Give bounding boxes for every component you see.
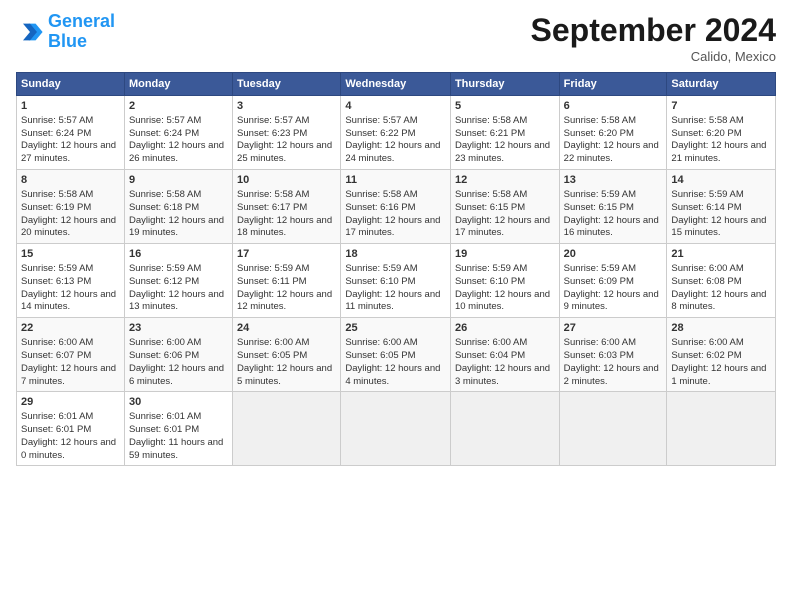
- day-number: 13: [564, 173, 663, 188]
- day-number: 2: [129, 99, 228, 114]
- calendar-cell: 28Sunrise: 6:00 AMSunset: 6:02 PMDayligh…: [667, 318, 776, 392]
- day-number: 8: [21, 173, 120, 188]
- calendar-cell: 29Sunrise: 6:01 AMSunset: 6:01 PMDayligh…: [17, 392, 125, 466]
- title-area: September 2024 Calido, Mexico: [531, 12, 776, 64]
- day-number: 12: [455, 173, 555, 188]
- day-number: 16: [129, 247, 228, 262]
- col-tuesday: Tuesday: [233, 73, 341, 96]
- calendar-cell: 20Sunrise: 5:59 AMSunset: 6:09 PMDayligh…: [559, 244, 667, 318]
- day-number: 21: [671, 247, 771, 262]
- week-row-4: 22Sunrise: 6:00 AMSunset: 6:07 PMDayligh…: [17, 318, 776, 392]
- day-number: 27: [564, 321, 663, 336]
- calendar-cell: 5Sunrise: 5:58 AMSunset: 6:21 PMDaylight…: [450, 96, 559, 170]
- col-saturday: Saturday: [667, 73, 776, 96]
- day-number: 7: [671, 99, 771, 114]
- col-friday: Friday: [559, 73, 667, 96]
- header-row: Sunday Monday Tuesday Wednesday Thursday…: [17, 73, 776, 96]
- calendar-cell: 18Sunrise: 5:59 AMSunset: 6:10 PMDayligh…: [341, 244, 451, 318]
- calendar-cell: [233, 392, 341, 466]
- header: General Blue September 2024 Calido, Mexi…: [16, 12, 776, 64]
- calendar-cell: 15Sunrise: 5:59 AMSunset: 6:13 PMDayligh…: [17, 244, 125, 318]
- calendar-cell: 13Sunrise: 5:59 AMSunset: 6:15 PMDayligh…: [559, 170, 667, 244]
- day-number: 30: [129, 395, 228, 410]
- day-number: 26: [455, 321, 555, 336]
- calendar-cell: 9Sunrise: 5:58 AMSunset: 6:18 PMDaylight…: [124, 170, 232, 244]
- calendar-cell: 21Sunrise: 6:00 AMSunset: 6:08 PMDayligh…: [667, 244, 776, 318]
- day-number: 28: [671, 321, 771, 336]
- calendar-cell: 11Sunrise: 5:58 AMSunset: 6:16 PMDayligh…: [341, 170, 451, 244]
- day-number: 10: [237, 173, 336, 188]
- day-number: 5: [455, 99, 555, 114]
- col-thursday: Thursday: [450, 73, 559, 96]
- day-number: 24: [237, 321, 336, 336]
- day-number: 1: [21, 99, 120, 114]
- calendar-cell: 25Sunrise: 6:00 AMSunset: 6:05 PMDayligh…: [341, 318, 451, 392]
- location: Calido, Mexico: [531, 49, 776, 64]
- calendar-cell: 3Sunrise: 5:57 AMSunset: 6:23 PMDaylight…: [233, 96, 341, 170]
- week-row-5: 29Sunrise: 6:01 AMSunset: 6:01 PMDayligh…: [17, 392, 776, 466]
- calendar-cell: 27Sunrise: 6:00 AMSunset: 6:03 PMDayligh…: [559, 318, 667, 392]
- week-row-3: 15Sunrise: 5:59 AMSunset: 6:13 PMDayligh…: [17, 244, 776, 318]
- calendar-cell: 12Sunrise: 5:58 AMSunset: 6:15 PMDayligh…: [450, 170, 559, 244]
- calendar-cell: 26Sunrise: 6:00 AMSunset: 6:04 PMDayligh…: [450, 318, 559, 392]
- calendar-cell: 17Sunrise: 5:59 AMSunset: 6:11 PMDayligh…: [233, 244, 341, 318]
- calendar-cell: 10Sunrise: 5:58 AMSunset: 6:17 PMDayligh…: [233, 170, 341, 244]
- day-number: 22: [21, 321, 120, 336]
- day-number: 11: [345, 173, 446, 188]
- calendar-cell: 22Sunrise: 6:00 AMSunset: 6:07 PMDayligh…: [17, 318, 125, 392]
- day-number: 6: [564, 99, 663, 114]
- calendar-cell: 7Sunrise: 5:58 AMSunset: 6:20 PMDaylight…: [667, 96, 776, 170]
- col-sunday: Sunday: [17, 73, 125, 96]
- logo: General Blue: [16, 12, 115, 52]
- calendar-cell: 24Sunrise: 6:00 AMSunset: 6:05 PMDayligh…: [233, 318, 341, 392]
- page: General Blue September 2024 Calido, Mexi…: [0, 0, 792, 612]
- logo-line1: General: [48, 11, 115, 31]
- calendar-cell: [559, 392, 667, 466]
- day-number: 29: [21, 395, 120, 410]
- calendar-table: Sunday Monday Tuesday Wednesday Thursday…: [16, 72, 776, 466]
- calendar-cell: 23Sunrise: 6:00 AMSunset: 6:06 PMDayligh…: [124, 318, 232, 392]
- week-row-1: 1Sunrise: 5:57 AMSunset: 6:24 PMDaylight…: [17, 96, 776, 170]
- calendar-cell: 14Sunrise: 5:59 AMSunset: 6:14 PMDayligh…: [667, 170, 776, 244]
- col-monday: Monday: [124, 73, 232, 96]
- day-number: 14: [671, 173, 771, 188]
- day-number: 3: [237, 99, 336, 114]
- day-number: 20: [564, 247, 663, 262]
- calendar-cell: 2Sunrise: 5:57 AMSunset: 6:24 PMDaylight…: [124, 96, 232, 170]
- col-wednesday: Wednesday: [341, 73, 451, 96]
- calendar-cell: 8Sunrise: 5:58 AMSunset: 6:19 PMDaylight…: [17, 170, 125, 244]
- logo-icon: [16, 18, 44, 46]
- logo-text: General Blue: [48, 12, 115, 52]
- day-number: 15: [21, 247, 120, 262]
- month-title: September 2024: [531, 12, 776, 49]
- day-number: 23: [129, 321, 228, 336]
- day-number: 25: [345, 321, 446, 336]
- day-number: 17: [237, 247, 336, 262]
- calendar-cell: [667, 392, 776, 466]
- calendar-cell: 4Sunrise: 5:57 AMSunset: 6:22 PMDaylight…: [341, 96, 451, 170]
- calendar-cell: [341, 392, 451, 466]
- week-row-2: 8Sunrise: 5:58 AMSunset: 6:19 PMDaylight…: [17, 170, 776, 244]
- day-number: 18: [345, 247, 446, 262]
- calendar-cell: 19Sunrise: 5:59 AMSunset: 6:10 PMDayligh…: [450, 244, 559, 318]
- day-number: 9: [129, 173, 228, 188]
- calendar-cell: [450, 392, 559, 466]
- calendar-cell: 1Sunrise: 5:57 AMSunset: 6:24 PMDaylight…: [17, 96, 125, 170]
- calendar-cell: 16Sunrise: 5:59 AMSunset: 6:12 PMDayligh…: [124, 244, 232, 318]
- day-number: 19: [455, 247, 555, 262]
- day-number: 4: [345, 99, 446, 114]
- calendar-cell: 6Sunrise: 5:58 AMSunset: 6:20 PMDaylight…: [559, 96, 667, 170]
- calendar-cell: 30Sunrise: 6:01 AMSunset: 6:01 PMDayligh…: [124, 392, 232, 466]
- logo-line2: Blue: [48, 31, 87, 51]
